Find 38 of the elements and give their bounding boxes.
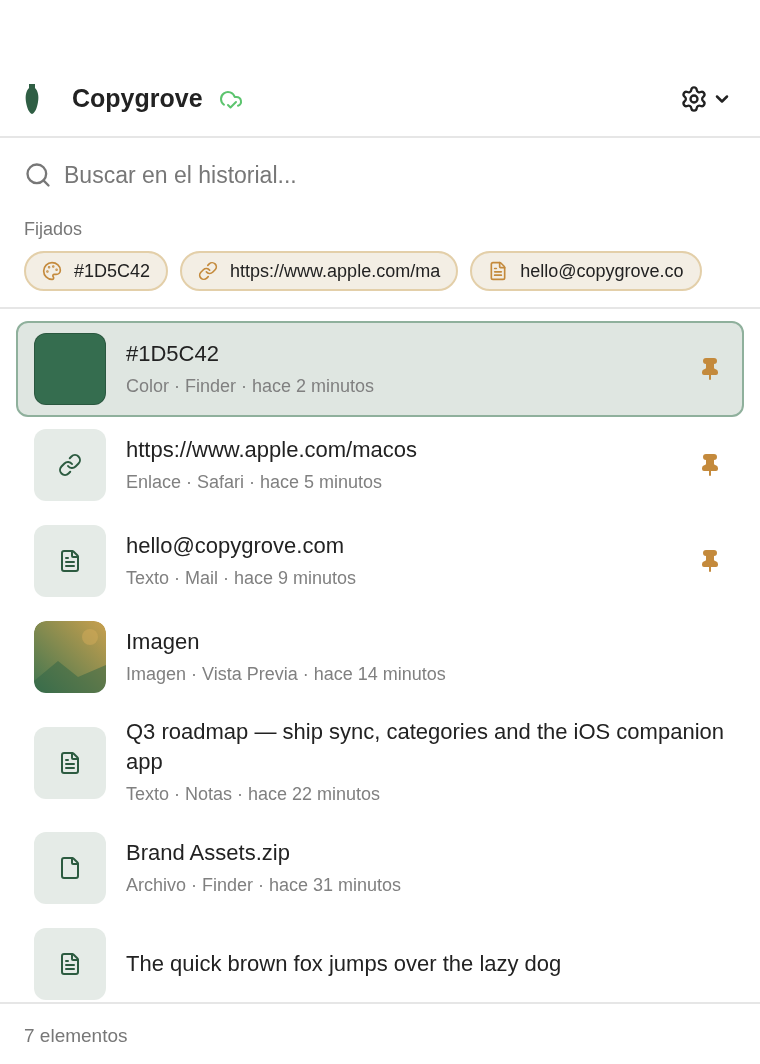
section-label: Fijados — [24, 218, 84, 241]
search-icon — [24, 160, 52, 189]
item-title: #1D5C42 — [126, 339, 220, 368]
item-meta: Texto · Mail · hace 9 minutos — [126, 566, 358, 590]
history-item[interactable]: https://www.apple.com/macos Enlace · Safari · hace 5 minutos — [16, 417, 744, 513]
history-item[interactable]: Q3 roadmap — ship sync, categories and the iOS companion app Texto · Notas · hace 22 minutos — [16, 705, 744, 820]
history-item[interactable]: Imagen Imagen · Vista Previa · hace 14 minutos — [16, 609, 744, 705]
history-item[interactable]: hello@copygrove.com Texto · Mail · hace 9 minutos — [16, 513, 744, 609]
item-meta: Enlace · Safari · hace 5 minutos — [126, 470, 384, 494]
history-item[interactable]: #1D5C42 Color · Finder · hace 2 minutos — [16, 321, 744, 417]
settings-icon — [680, 84, 708, 113]
item-title: Brand Assets.zip — [126, 838, 291, 867]
link-icon — [58, 453, 82, 477]
pinned-chip[interactable]: #1D5C42 — [24, 251, 169, 291]
file-icon — [58, 856, 82, 880]
item-title: Q3 roadmap — ship sync, categories and the iOS companion app — [126, 718, 725, 776]
pinned-chip[interactable]: https://www.apple.com/ma — [180, 251, 459, 291]
palette-icon — [42, 261, 62, 281]
search-field[interactable]: Buscar en el historial... — [64, 157, 736, 192]
item-meta: Archivo · Finder · hace 31 minutos — [126, 873, 403, 897]
document-icon — [58, 952, 82, 976]
status-text: 7 elementos — [24, 1025, 128, 1046]
pinned-chip[interactable]: hello@copygrove.co — [470, 251, 702, 291]
item-meta: Color · Finder · hace 2 minutos — [126, 374, 376, 398]
item-meta: Imagen · Vista Previa · hace 14 minutos — [126, 662, 447, 686]
app-title: Copygrove — [72, 83, 203, 114]
item-title: The quick brown fox jumps over the lazy dog — [126, 950, 563, 978]
item-title: hello@copygrove.com — [126, 531, 345, 560]
logo-icon — [24, 82, 40, 115]
item-meta: Texto · Notas · hace 22 minutos — [126, 783, 382, 806]
document-icon — [58, 549, 82, 573]
item-title: Imagen — [126, 627, 201, 656]
document-icon — [58, 750, 82, 775]
history-item[interactable]: The quick brown fox jumps over the lazy dog — [16, 916, 744, 1002]
history-item[interactable]: Brand Assets.zip Archivo · Finder · hace 31 minutos — [16, 820, 744, 916]
item-title: https://www.apple.com/macos — [126, 435, 418, 464]
link-icon — [198, 261, 219, 281]
document-icon — [488, 261, 509, 281]
